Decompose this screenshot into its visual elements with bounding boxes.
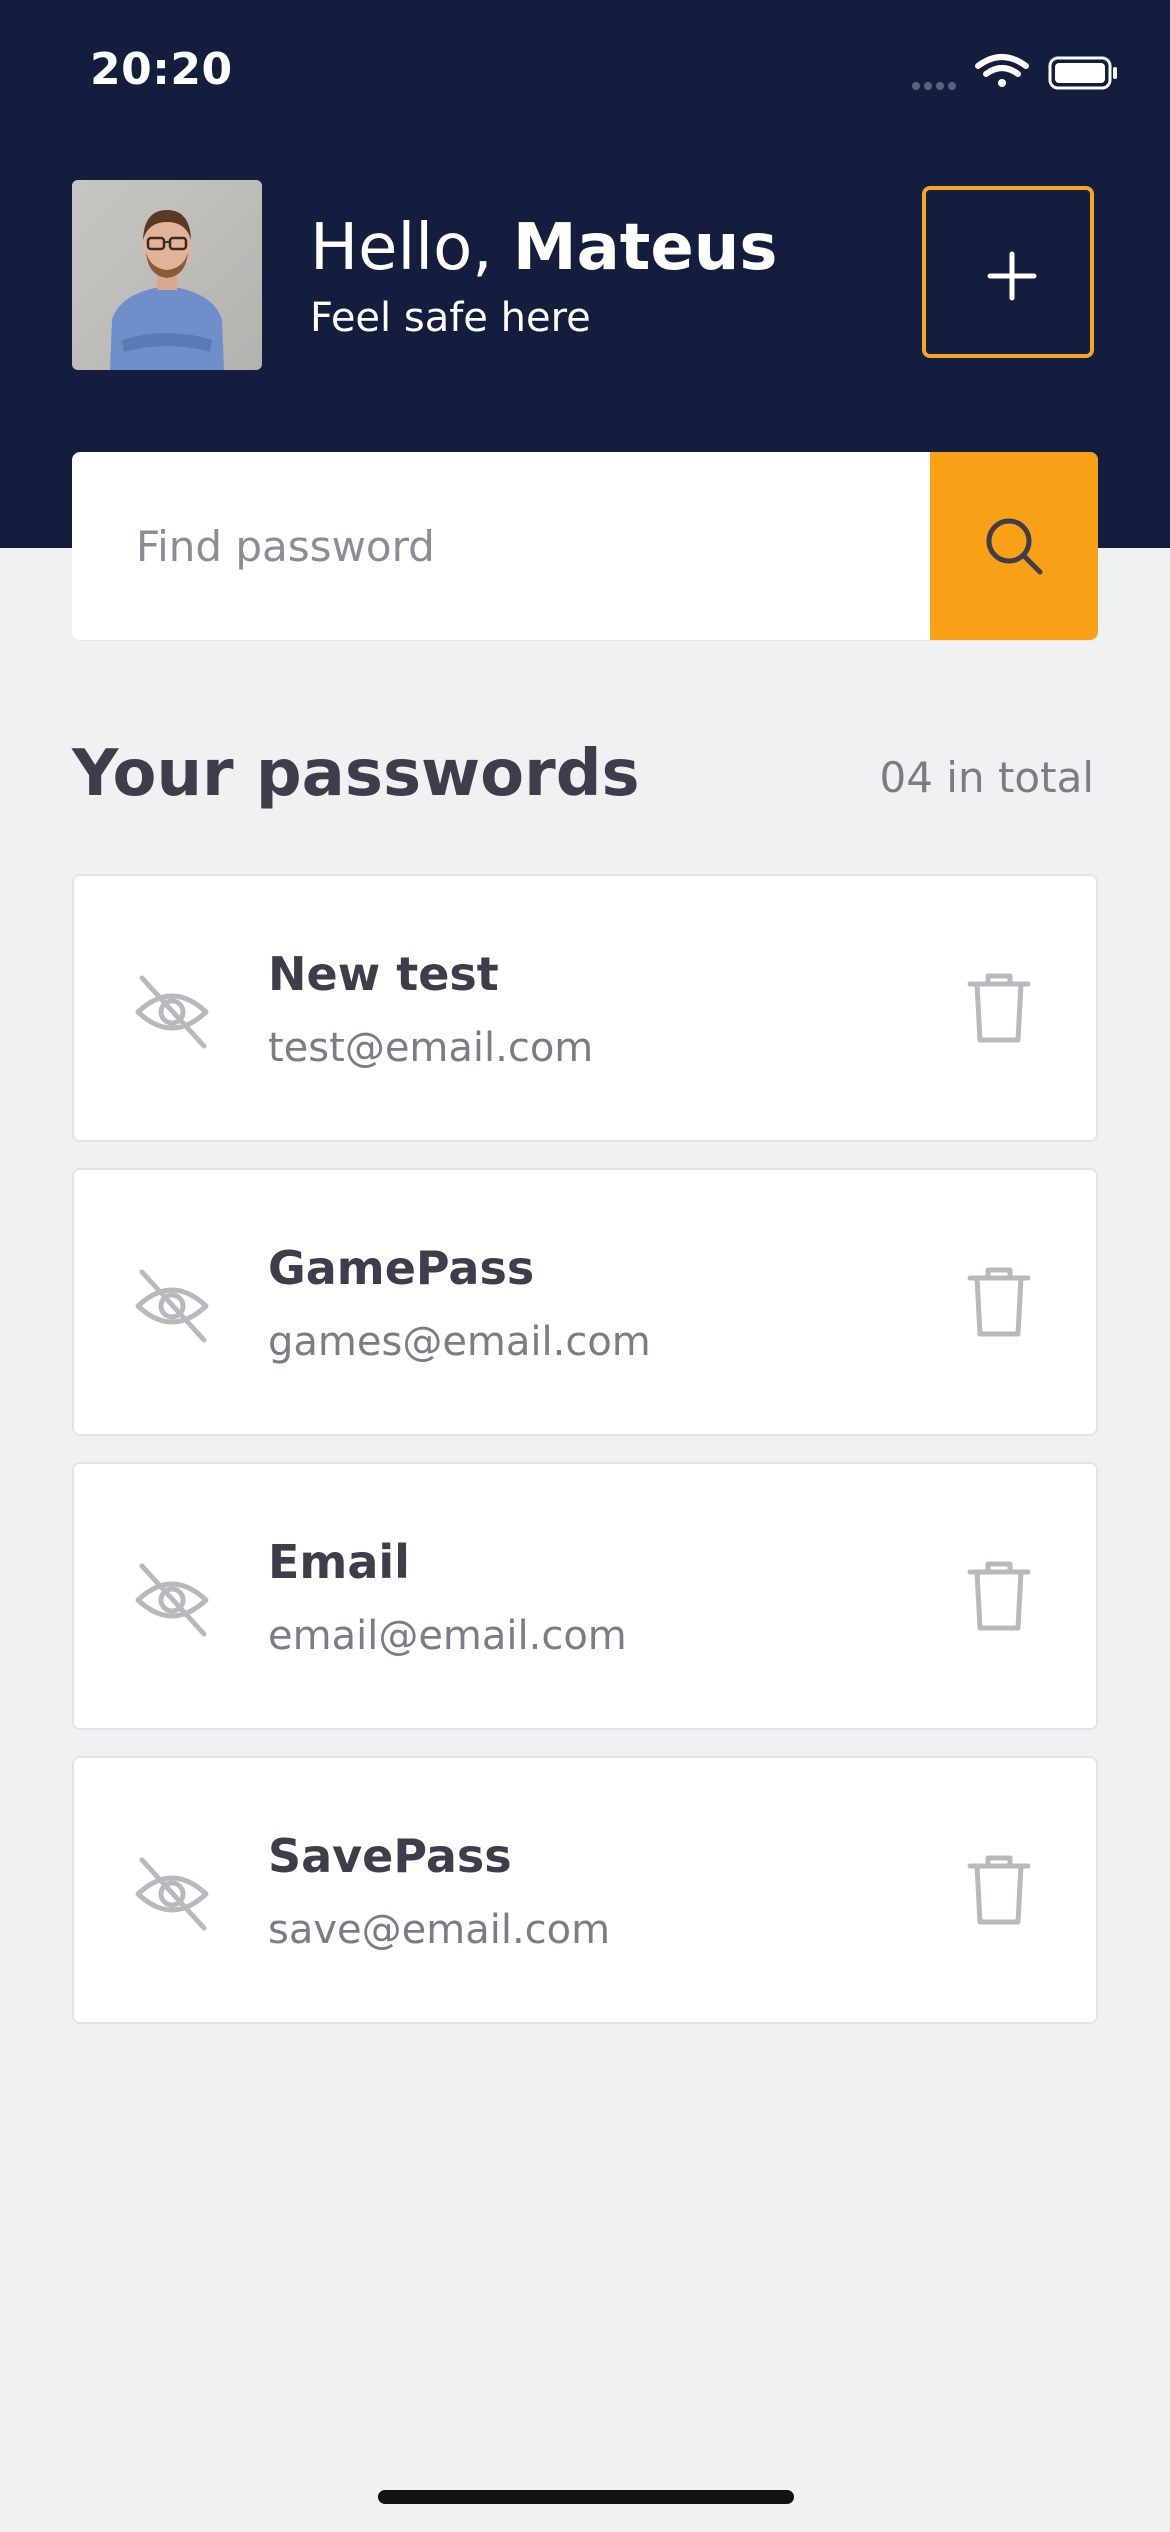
eye-off-icon[interactable] <box>132 1266 212 1346</box>
password-name: New test <box>268 947 499 1001</box>
avatar <box>72 180 262 370</box>
password-email: test@email.com <box>268 1025 594 1071</box>
password-count: 04 in total <box>879 753 1094 802</box>
plus-icon <box>987 251 1037 301</box>
user-name: Mateus <box>512 211 778 285</box>
password-card[interactable]: SavePass save@email.com <box>72 1756 1098 2024</box>
trash-icon[interactable] <box>966 1558 1032 1634</box>
password-name: SavePass <box>268 1829 512 1883</box>
trash-icon[interactable] <box>966 970 1032 1046</box>
password-card[interactable]: GamePass games@email.com <box>72 1168 1098 1436</box>
search-button[interactable] <box>930 452 1098 640</box>
greeting-prefix: Hello, <box>310 211 513 285</box>
greeting: Hello, Mateus <box>310 208 777 288</box>
status-icons <box>912 54 1117 90</box>
password-email: email@email.com <box>268 1613 627 1659</box>
search-icon <box>986 518 1043 575</box>
password-email: games@email.com <box>268 1319 651 1365</box>
add-password-button[interactable] <box>922 186 1094 358</box>
password-card[interactable]: Email email@email.com <box>72 1462 1098 1730</box>
password-name: GamePass <box>268 1241 535 1295</box>
search-input[interactable] <box>72 452 930 640</box>
home-indicator[interactable] <box>378 2490 794 2504</box>
password-email: save@email.com <box>268 1907 611 1953</box>
search-bar <box>72 452 1098 640</box>
eye-off-icon[interactable] <box>132 1560 212 1640</box>
battery-icon <box>1048 56 1117 90</box>
greeting-subtitle: Feel safe here <box>310 295 591 341</box>
eye-off-icon[interactable] <box>132 1854 212 1934</box>
password-card[interactable]: New test test@email.com <box>72 874 1098 1142</box>
password-name: Email <box>268 1535 410 1589</box>
section-title: Your passwords <box>72 737 640 811</box>
wifi-icon <box>975 54 1029 87</box>
signal-dots-icon <box>912 82 956 90</box>
status-time: 20:20 <box>90 44 233 95</box>
trash-icon[interactable] <box>966 1852 1032 1928</box>
trash-icon[interactable] <box>966 1264 1032 1340</box>
eye-off-icon[interactable] <box>132 972 212 1052</box>
